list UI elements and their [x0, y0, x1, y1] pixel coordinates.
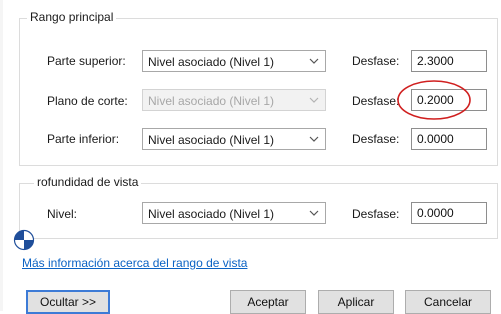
highlight-circle-annotation	[397, 80, 471, 120]
apply-button[interactable]: Aplicar	[318, 290, 394, 314]
top-offset-label: Desfase:	[352, 54, 400, 68]
view-depth-offset-label: Desfase:	[352, 207, 400, 221]
view-depth-title: rofundidad de vista	[34, 175, 142, 189]
bottom-label: Parte inferior:	[47, 132, 120, 146]
top-level-select[interactable]: Nivel asociado (Nivel 1)	[142, 50, 326, 72]
view-depth-level-label: Nivel:	[47, 207, 78, 221]
chevron-down-icon	[309, 210, 319, 216]
cut-plane-offset-label: Desfase:	[352, 94, 400, 108]
ok-button[interactable]: Aceptar	[230, 290, 306, 314]
top-offset-input[interactable]	[411, 50, 487, 72]
view-depth-offset-input[interactable]	[411, 202, 487, 224]
cut-plane-level-value: Nivel asociado (Nivel 1)	[148, 94, 275, 108]
bottom-level-select[interactable]: Nivel asociado (Nivel 1)	[142, 128, 326, 150]
top-level-value: Nivel asociado (Nivel 1)	[148, 55, 275, 69]
chevron-down-icon	[309, 58, 319, 64]
more-info-link[interactable]: Más información acerca del rango de vist…	[22, 255, 247, 271]
background-window-edge	[0, 0, 3, 311]
hide-button[interactable]: Ocultar >>	[26, 290, 110, 314]
revit-cursor-icon	[13, 229, 35, 251]
cut-plane-label: Plano de corte:	[47, 94, 128, 108]
view-depth-level-value: Nivel asociado (Nivel 1)	[148, 207, 275, 221]
view-depth-level-select[interactable]: Nivel asociado (Nivel 1)	[142, 202, 326, 224]
bottom-offset-input[interactable]	[411, 128, 487, 150]
bottom-level-value: Nivel asociado (Nivel 1)	[148, 133, 275, 147]
chevron-down-icon	[309, 136, 319, 142]
top-label: Parte superior:	[47, 54, 126, 68]
cut-plane-level-select[interactable]: Nivel asociado (Nivel 1)	[142, 89, 326, 111]
main-range-title: Rango principal	[27, 10, 117, 24]
cancel-button[interactable]: Cancelar	[405, 290, 491, 314]
bottom-offset-label: Desfase:	[352, 132, 400, 146]
chevron-down-icon	[309, 97, 319, 103]
